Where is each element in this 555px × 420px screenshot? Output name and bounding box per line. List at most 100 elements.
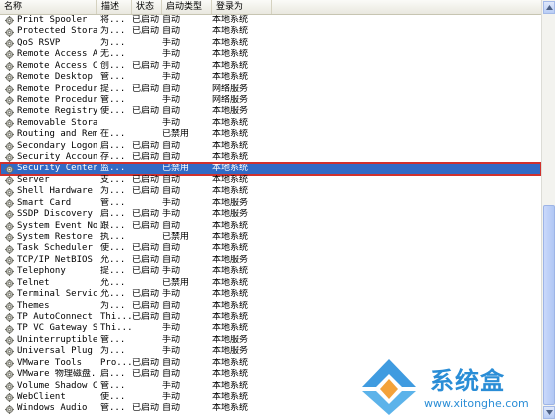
service-name: Print Spooler: [17, 15, 88, 25]
service-status: [132, 232, 162, 243]
gear-icon: [5, 164, 14, 174]
table-row[interactable]: Remote Procedure...提... 已启动自动 网络服务: [0, 84, 541, 95]
service-status: [132, 335, 162, 346]
service-log-on-as: 本地系统: [212, 266, 249, 277]
service-startup-type: 手动: [162, 72, 181, 83]
column-header-startup-type[interactable]: 启动类型: [162, 0, 212, 14]
service-description: 跟...: [100, 220, 126, 231]
service-startup-type: 手动: [162, 94, 181, 105]
service-startup-type: 手动: [162, 197, 181, 208]
table-row[interactable]: Protected Storage为... 已启动自动 本地系统: [0, 26, 541, 37]
service-description: 监...: [100, 163, 126, 174]
table-row[interactable]: QoS RSVP 为... 手动 本地系统: [0, 38, 541, 49]
vertical-scrollbar[interactable]: [541, 0, 555, 420]
table-row[interactable]: Telephony 提... 已启动 手动 本地系统: [0, 266, 541, 277]
table-row[interactable]: Shell Hardware D...为... 已启动自动 本地系统: [0, 186, 541, 197]
service-description: 为...: [100, 26, 126, 37]
service-status: 已启动: [132, 243, 160, 254]
service-status: [132, 72, 162, 83]
table-row[interactable]: Universal Plug a...为... 手动 本地服务: [0, 346, 541, 357]
service-description: 启...: [100, 369, 126, 380]
gear-icon: [5, 27, 14, 37]
service-startup-type: 手动: [162, 117, 181, 128]
table-row[interactable]: SSDP Discovery S...启... 已启动手动 本地服务: [0, 209, 541, 220]
service-description: 启...: [100, 140, 126, 151]
service-description: Thi...: [100, 311, 132, 322]
gear-icon: [5, 358, 14, 368]
table-row[interactable]: TP VC Gateway Se...Thi... 手动 本地系统: [0, 323, 541, 334]
table-row[interactable]: Uninterruptible ...管... 手动 本地服务: [0, 335, 541, 346]
table-row[interactable]: Remote Desktop H...管... 手动 本地系统: [0, 72, 541, 83]
service-startup-type: 自动: [162, 106, 181, 117]
table-row[interactable]: System Restore S...执... 已禁用 本地系统: [0, 232, 541, 243]
service-status: 已启动: [132, 152, 160, 163]
service-name: Remote Desktop H...: [17, 72, 97, 83]
table-row[interactable]: Security Account...存... 已启动自动 本地系统: [0, 152, 541, 163]
gear-icon: [5, 119, 14, 128]
gear-icon: [5, 256, 14, 266]
gear-icon: [5, 393, 14, 403]
gear-icon: [5, 336, 14, 346]
table-row[interactable]: Task Scheduler 使... 已启动 自动 本地系统: [0, 243, 541, 254]
gear-icon: [5, 370, 14, 380]
column-header-log-on-as[interactable]: 登录为: [212, 0, 272, 14]
arrow-up-icon[interactable]: [543, 1, 555, 14]
table-row[interactable]: TP AutoConnect S...Thi...已启动自动 本地系统: [0, 312, 541, 323]
service-name: Volume Shadow Copy: [17, 380, 97, 391]
gear-icon: [5, 404, 14, 414]
service-startup-type: 手动: [162, 334, 181, 345]
table-row[interactable]: Remote Registry 使... 已启动 自动 本地服务: [0, 106, 541, 117]
gear-icon: [5, 141, 14, 151]
table-row[interactable]: Removable Storage 手动 本地系统: [0, 118, 541, 129]
service-name: Server: [17, 174, 50, 185]
gear-icon: [5, 267, 14, 277]
service-name-cell: TCP/IP NetBIOS H...: [0, 255, 97, 266]
service-log-on-as: 本地系统: [212, 220, 249, 231]
service-startup-type: 已禁用: [162, 232, 190, 243]
table-row[interactable]: Smart Card 管... 手动 本地服务: [0, 198, 541, 209]
service-status: [132, 129, 162, 140]
table-row[interactable]: Print Spooler 将... 已启动 自动 本地系统: [0, 15, 541, 26]
service-description: 提...: [100, 266, 126, 277]
service-name: Windows Audio: [17, 403, 88, 414]
scrollbar-thumb[interactable]: [543, 205, 555, 405]
table-row[interactable]: Remote Procedure...管... 手动 网络服务: [0, 95, 541, 106]
service-name: Protected Storage: [17, 26, 97, 37]
service-description: 启...: [100, 209, 126, 220]
table-row[interactable]: TCP/IP NetBIOS H...允... 已启动自动 本地服务: [0, 255, 541, 266]
table-row[interactable]: Secondary Logon 启... 已启动 自动 本地系统: [0, 141, 541, 152]
service-name-cell: Print Spooler: [0, 15, 97, 26]
service-startup-type: 手动: [162, 323, 181, 334]
service-log-on-as: 本地系统: [212, 129, 249, 140]
service-name-cell: Smart Card: [0, 198, 97, 209]
service-startup-type: 手动: [162, 346, 181, 357]
service-name-cell: Windows Audio: [0, 403, 97, 414]
column-header-status[interactable]: 状态: [132, 0, 162, 14]
table-row[interactable]: Terminal Services允... 已启动手动 本地系统: [0, 289, 541, 300]
service-startup-type: 手动: [162, 49, 181, 60]
service-description: 为...: [100, 186, 126, 197]
watermark-title: 系统盒: [430, 367, 505, 395]
arrow-down-icon[interactable]: [543, 406, 555, 419]
table-row[interactable]: Themes 为... 已启动 自动 本地系统: [0, 301, 541, 312]
service-name-cell: Remote Procedure...: [0, 95, 97, 106]
table-row[interactable]: Remote Access Au...无... 手动 本地系统: [0, 49, 541, 60]
service-status: [132, 323, 162, 334]
service-log-on-as: 本地系统: [212, 163, 249, 174]
service-name-cell: TP AutoConnect S...: [0, 312, 97, 323]
column-header-description[interactable]: 描述: [97, 0, 132, 14]
service-status: 已启动: [132, 174, 160, 185]
service-startup-type: 自动: [162, 152, 181, 163]
table-row[interactable]: Routing and Remo...在... 已禁用 本地系统: [0, 129, 541, 140]
gear-icon: [5, 84, 14, 94]
table-row-selected[interactable]: Security Center 监... 已禁用 本地系统: [0, 162, 542, 176]
service-name-cell: WebClient: [0, 392, 97, 403]
table-row[interactable]: Telnet 允... 已禁用 本地系统: [0, 278, 541, 289]
table-row[interactable]: Server 支... 已启动 自动 本地系统: [0, 175, 541, 186]
service-name: TCP/IP NetBIOS H...: [17, 254, 97, 265]
column-header-name[interactable]: 名称: [0, 0, 97, 14]
service-status: [132, 278, 162, 289]
service-name: Remote Access Au...: [17, 49, 97, 60]
table-row[interactable]: System Event Not...跟... 已启动自动 本地系统: [0, 221, 541, 232]
table-row[interactable]: Remote Access Co...创... 已启动手动 本地系统: [0, 61, 541, 72]
